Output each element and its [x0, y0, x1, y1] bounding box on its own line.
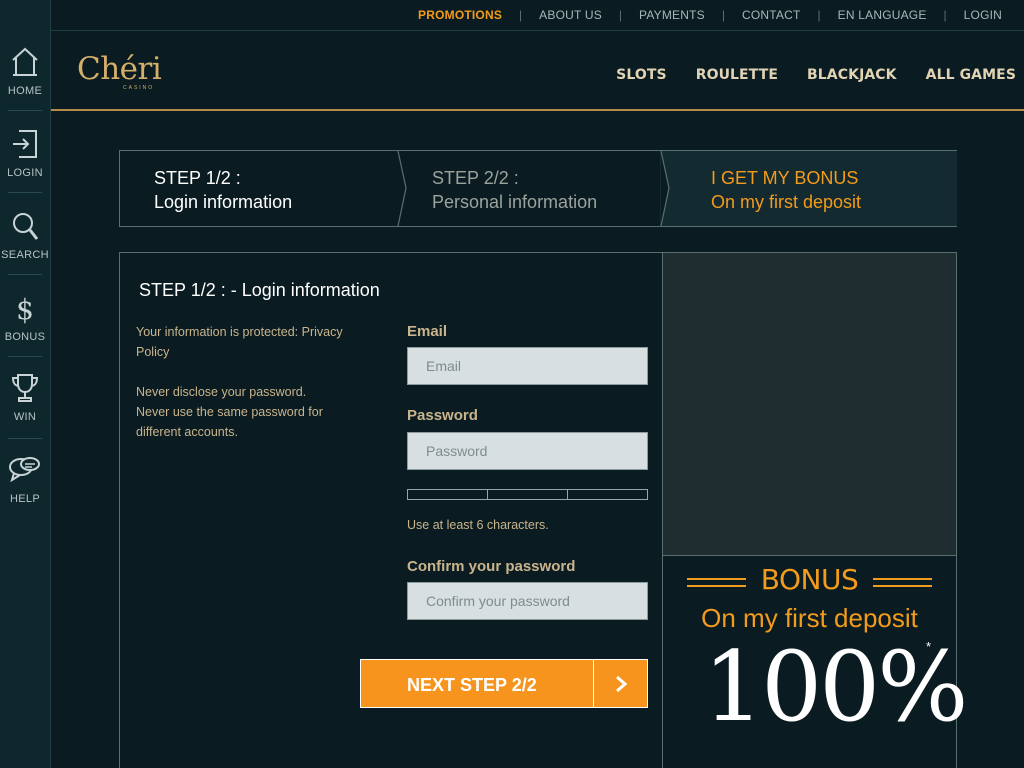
- sidebar: HOME LOGIN SEARCH $ BONUS WIN HELP: [0, 0, 51, 768]
- svg-text:$: $: [16, 293, 34, 324]
- sidebar-item-win[interactable]: WIN: [0, 366, 50, 446]
- step-bonus: I GET MY BONUS On my first deposit: [711, 151, 861, 226]
- registration-steps: STEP 1/2 : Login information STEP 2/2 : …: [119, 150, 957, 227]
- security-info: Your information is protected: Privacy P…: [136, 322, 366, 442]
- step-2-title: STEP 2/2 :: [432, 168, 519, 188]
- bonus-title: BONUS: [760, 563, 859, 596]
- confirm-password-field[interactable]: [407, 582, 648, 620]
- step-divider-icon: [397, 151, 407, 226]
- sidebar-item-label: LOGIN: [7, 167, 43, 179]
- password-strength-meter: [407, 489, 648, 500]
- nav-all-games[interactable]: ALL GAMES: [926, 67, 1016, 83]
- top-bar: PROMOTIONS | ABOUT US | PAYMENTS | CONTA…: [51, 0, 1024, 31]
- sidebar-item-label: SEARCH: [1, 249, 49, 261]
- sidebar-item-bonus[interactable]: $ BONUS: [0, 286, 50, 366]
- top-nav-separator: |: [721, 8, 725, 22]
- nav-blackjack[interactable]: BLACKJACK: [807, 67, 897, 83]
- step-1-subtitle: Login information: [154, 192, 293, 212]
- strength-segment: [488, 490, 568, 499]
- password-advice-2: Never use the same password for differen…: [136, 405, 323, 439]
- strength-segment: [568, 490, 647, 499]
- top-link-payments[interactable]: PAYMENTS: [639, 8, 705, 22]
- logo-text: Chéri: [77, 51, 162, 87]
- step-divider-icon: [660, 151, 670, 226]
- bonus-title-row: BONUS: [663, 563, 956, 596]
- step-1-title: STEP 1/2 :: [154, 168, 241, 188]
- sidebar-item-label: WIN: [13, 411, 37, 423]
- trophy-icon: [10, 366, 40, 409]
- decorative-lines: [687, 578, 746, 587]
- bonus-panel: BONUS On my first deposit 100% *: [662, 252, 968, 768]
- nav-roulette[interactable]: ROULETTE: [696, 67, 778, 83]
- sidebar-item-search[interactable]: SEARCH: [0, 204, 50, 284]
- bonus-subtitle: On my first deposit: [701, 603, 918, 633]
- step-bonus-title: I GET MY BONUS: [711, 168, 859, 188]
- top-link-contact[interactable]: CONTACT: [742, 8, 801, 22]
- top-link-language[interactable]: EN LANGUAGE: [838, 8, 927, 22]
- step-1: STEP 1/2 : Login information: [154, 151, 292, 226]
- top-nav-separator: |: [519, 8, 523, 22]
- dollar-icon: $: [10, 286, 40, 329]
- password-advice-1: Never disclose your password.: [136, 385, 307, 399]
- home-icon: [10, 40, 40, 83]
- chat-bubbles-icon: [8, 448, 42, 491]
- decorative-lines: [873, 578, 932, 587]
- next-step-label: NEXT STEP 2/2: [407, 675, 537, 695]
- bonus-image: [663, 253, 956, 556]
- password-field[interactable]: [407, 432, 648, 470]
- logo[interactable]: Chéri CASINO: [75, 51, 175, 96]
- form-title: STEP 1/2 : - Login information: [139, 280, 380, 300]
- login-form-panel: STEP 1/2 : - Login information Your info…: [119, 252, 664, 768]
- chevron-right-icon: [593, 660, 647, 707]
- sidebar-item-label: BONUS: [4, 331, 46, 343]
- strength-segment: [408, 490, 488, 499]
- password-label: Password: [407, 407, 478, 424]
- privacy-text: Your information is protected: Privacy P…: [136, 325, 343, 359]
- bonus-footnote-mark: *: [926, 639, 932, 654]
- sidebar-item-help[interactable]: HELP: [0, 448, 50, 528]
- logo-subtext: CASINO: [123, 85, 155, 91]
- search-icon: [10, 204, 40, 247]
- top-link-promotions[interactable]: PROMOTIONS: [418, 8, 502, 22]
- login-icon: [10, 122, 40, 165]
- password-hint: Use at least 6 characters.: [407, 518, 549, 532]
- header: Chéri CASINO SLOTS ROULETTE BLACKJACK AL…: [51, 31, 1024, 111]
- top-nav-separator: |: [618, 8, 623, 22]
- email-field[interactable]: [407, 347, 648, 385]
- top-nav-separator: |: [817, 8, 821, 22]
- next-step-button[interactable]: NEXT STEP 2/2: [360, 659, 648, 708]
- step-2: STEP 2/2 : Personal information: [432, 151, 597, 226]
- sidebar-item-label: HELP: [10, 493, 40, 505]
- main-nav: SLOTS ROULETTE BLACKJACK ALL GAMES: [587, 67, 1016, 83]
- top-link-login[interactable]: LOGIN: [964, 8, 1002, 22]
- step-bonus-subtitle: On my first deposit: [711, 192, 862, 212]
- sidebar-item-login[interactable]: LOGIN: [0, 122, 50, 202]
- nav-slots[interactable]: SLOTS: [616, 67, 667, 83]
- confirm-password-label: Confirm your password: [407, 558, 576, 575]
- top-link-about-us[interactable]: ABOUT US: [539, 8, 602, 22]
- sidebar-item-label: HOME: [7, 85, 43, 97]
- top-nav: PROMOTIONS | ABOUT US | PAYMENTS | CONTA…: [418, 8, 1002, 22]
- email-label: Email: [407, 323, 448, 340]
- top-nav-separator: |: [943, 8, 947, 22]
- sidebar-item-home[interactable]: HOME: [0, 40, 50, 120]
- step-2-subtitle: Personal information: [432, 192, 598, 212]
